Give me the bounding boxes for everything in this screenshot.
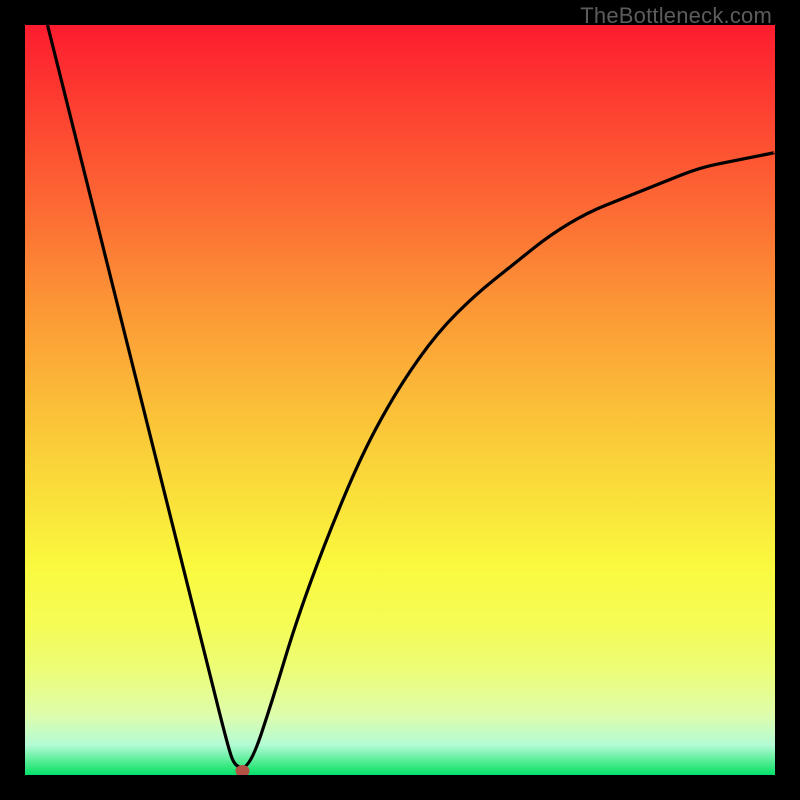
curve-overlay — [25, 25, 775, 775]
chart-frame: TheBottleneck.com — [0, 0, 800, 800]
attribution-text: TheBottleneck.com — [580, 3, 772, 29]
bottleneck-curve — [48, 25, 776, 768]
plot-area — [25, 25, 775, 775]
